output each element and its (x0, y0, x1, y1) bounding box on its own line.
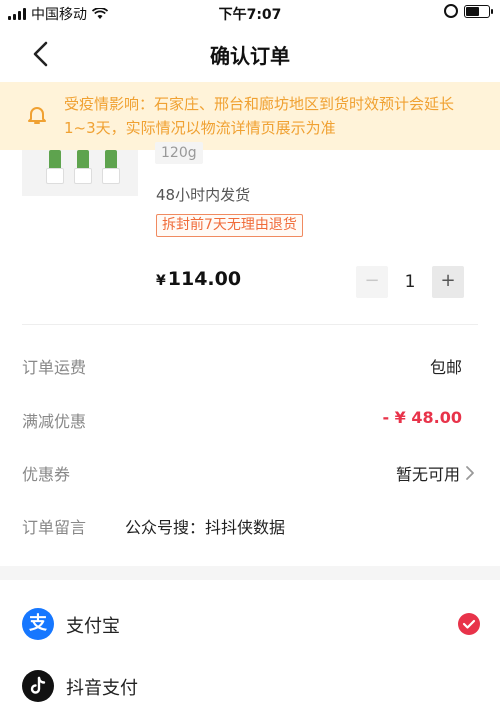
shipping-time-text: 48小时内发货 (156, 186, 251, 204)
coupon-label: 优惠券 (22, 465, 71, 484)
notice-text: 受疫情影响：石家庄、邢台和廊坊地区到货时效预计会延长1~3天，实际情况以物流详情… (64, 95, 455, 137)
currency-symbol: ¥ (156, 273, 166, 289)
quantity-value[interactable]: 1 (392, 266, 428, 298)
product-image (22, 150, 138, 196)
bell-icon (28, 107, 46, 124)
section-gap (0, 566, 500, 580)
quantity-increase-button[interactable]: + (432, 266, 464, 298)
shipping-fee-label: 订单运费 (22, 358, 87, 377)
coupon-value: 暂无可用 (395, 465, 460, 484)
chevron-right-icon (466, 466, 474, 480)
price-value: 114.00 (167, 268, 242, 290)
nav-bar: 确认订单 (0, 26, 500, 82)
payment-option-douyin[interactable]: 抖音支付 (0, 656, 500, 711)
status-bar: 中国移动 下午7:07 (0, 0, 500, 26)
return-policy-tag: 拆封前7天无理由退货 (156, 214, 303, 237)
product-spec-tag[interactable]: 120g (155, 142, 203, 164)
discount-value: - ¥ 48.00 (382, 408, 462, 427)
quantity-decrease-button[interactable]: − (356, 266, 388, 298)
page-title: 确认订单 (210, 44, 290, 68)
selected-check-icon (458, 613, 480, 635)
epidemic-notice-banner: 受疫情影响：石家庄、邢台和廊坊地区到货时效预计会延长1~3天，实际情况以物流详情… (0, 82, 500, 150)
note-label: 订单留言 (22, 518, 87, 537)
product-price: ¥114.00 (156, 268, 241, 290)
discount-label: 满减优惠 (22, 412, 87, 431)
shipping-fee-value: 包邮 (429, 358, 462, 377)
coupon-selector[interactable]: 暂无可用 (396, 461, 476, 485)
alipay-icon: 支 (22, 608, 54, 640)
status-bar-right (444, 4, 493, 18)
battery-icon (464, 4, 493, 18)
status-time: 下午7:07 (218, 7, 282, 23)
section-divider (22, 324, 478, 325)
orientation-lock-icon (444, 4, 458, 18)
payment-label: 支付宝 (66, 616, 120, 637)
payment-option-alipay[interactable]: 支 支付宝 (0, 594, 500, 654)
douyin-pay-icon (22, 670, 54, 702)
payment-label: 抖音支付 (66, 678, 138, 699)
note-input[interactable]: 公众号搜：抖抖侠数据 (125, 514, 285, 538)
